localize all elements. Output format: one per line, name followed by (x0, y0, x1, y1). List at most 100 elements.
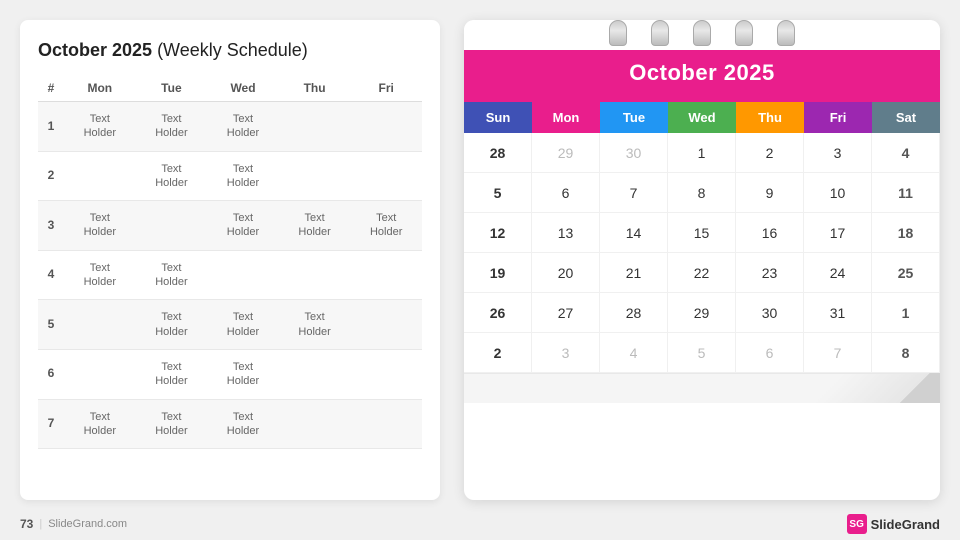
ring-1 (609, 20, 627, 46)
row-num-cell: 5 (38, 300, 64, 350)
cal-cell: 5 (668, 333, 736, 373)
col-header-wed: Wed (207, 75, 279, 102)
table-row: 1TextHolderTextHolderTextHolder (38, 102, 422, 152)
row-num-cell: 7 (38, 399, 64, 449)
day-header-wed: Wed (668, 102, 736, 133)
table-row: 3TextHolderTextHolderTextHolderTextHolde… (38, 201, 422, 251)
col-header-fri: Fri (350, 75, 422, 102)
ring-3 (693, 20, 711, 46)
cal-cell: 3 (804, 133, 872, 173)
cal-cell: 14 (600, 213, 668, 253)
cal-cell: 2 (736, 133, 804, 173)
table-row: 6TextHolderTextHolder (38, 349, 422, 399)
col-header-num: # (38, 75, 64, 102)
footer-page-number: 73 (20, 517, 33, 531)
day-header-sat: Sat (872, 102, 940, 133)
cal-cell: 11 (872, 173, 940, 213)
day-header-sun: Sun (464, 102, 532, 133)
cell-mon: TextHolder (64, 201, 136, 251)
cal-cell: 31 (804, 293, 872, 333)
calendar-month-title: October 2025 (464, 60, 940, 86)
calendar-widget: October 2025 Sun Mon Tue Wed Thu Fri Sat… (464, 20, 940, 500)
cal-cell: 4 (872, 133, 940, 173)
cal-cell: 24 (804, 253, 872, 293)
cell-fri (350, 250, 422, 300)
cal-cell: 20 (532, 253, 600, 293)
cal-cell: 15 (668, 213, 736, 253)
cell-thu: TextHolder (279, 201, 351, 251)
cal-cell: 2 (464, 333, 532, 373)
footer-website: SlideGrand.com (48, 518, 127, 530)
cal-cell: 16 (736, 213, 804, 253)
cell-mon: TextHolder (64, 102, 136, 152)
day-header-mon: Mon (532, 102, 600, 133)
footer-brand: SG SlideGrand (847, 514, 940, 534)
brand-icon: SG (847, 514, 867, 534)
cell-mon (64, 300, 136, 350)
cal-cell: 18 (872, 213, 940, 253)
cell-thu (279, 151, 351, 201)
table-row: 7TextHolderTextHolderTextHolder (38, 399, 422, 449)
cal-cell: 30 (600, 133, 668, 173)
cell-mon: TextHolder (64, 250, 136, 300)
col-header-mon: Mon (64, 75, 136, 102)
cal-cell: 1 (872, 293, 940, 333)
cal-cell: 22 (668, 253, 736, 293)
cell-wed: TextHolder (207, 349, 279, 399)
cell-mon (64, 349, 136, 399)
calendar-bottom (464, 373, 940, 403)
table-row: 2TextHolderTextHolder (38, 151, 422, 201)
calendar-days-header: Sun Mon Tue Wed Thu Fri Sat (464, 102, 940, 133)
schedule-table: # Mon Tue Wed Thu Fri 1TextHolderTextHol… (38, 75, 422, 449)
calendar-grid: 2829301234567891011121314151617181920212… (464, 133, 940, 373)
day-header-fri: Fri (804, 102, 872, 133)
cal-cell: 6 (736, 333, 804, 373)
weekly-schedule-panel: October 2025 (Weekly Schedule) # Mon Tue… (20, 20, 440, 500)
brand-name: SlideGrand (871, 517, 940, 532)
cal-cell: 6 (532, 173, 600, 213)
cal-cell: 28 (464, 133, 532, 173)
cell-fri (350, 151, 422, 201)
cal-cell: 30 (736, 293, 804, 333)
cell-thu (279, 250, 351, 300)
footer-left: 73 | SlideGrand.com (20, 517, 127, 531)
cell-fri (350, 349, 422, 399)
cell-thu (279, 102, 351, 152)
footer: 73 | SlideGrand.com SG SlideGrand (0, 510, 960, 540)
cell-wed (207, 250, 279, 300)
ring-5 (777, 20, 795, 46)
schedule-title-rest: (Weekly Schedule) (152, 40, 308, 60)
cal-cell: 13 (532, 213, 600, 253)
cell-tue: TextHolder (136, 250, 208, 300)
cell-wed: TextHolder (207, 102, 279, 152)
calendar-rings (464, 20, 940, 50)
cell-thu (279, 399, 351, 449)
cell-tue: TextHolder (136, 300, 208, 350)
cell-mon: TextHolder (64, 399, 136, 449)
cell-fri (350, 399, 422, 449)
cell-tue: TextHolder (136, 399, 208, 449)
cell-fri (350, 300, 422, 350)
cal-cell: 21 (600, 253, 668, 293)
cal-cell: 1 (668, 133, 736, 173)
day-header-thu: Thu (736, 102, 804, 133)
calendar-header: October 2025 (464, 44, 940, 102)
cal-cell: 10 (804, 173, 872, 213)
cal-cell: 17 (804, 213, 872, 253)
cell-wed: TextHolder (207, 300, 279, 350)
cal-cell: 9 (736, 173, 804, 213)
row-num-cell: 1 (38, 102, 64, 152)
table-header-row: # Mon Tue Wed Thu Fri (38, 75, 422, 102)
cal-cell: 29 (532, 133, 600, 173)
cal-cell: 5 (464, 173, 532, 213)
cal-cell: 19 (464, 253, 532, 293)
cal-cell: 3 (532, 333, 600, 373)
ring-2 (651, 20, 669, 46)
table-row: 4TextHolderTextHolder (38, 250, 422, 300)
ring-4 (735, 20, 753, 46)
row-num-cell: 3 (38, 201, 64, 251)
cell-fri: TextHolder (350, 201, 422, 251)
cal-cell: 8 (872, 333, 940, 373)
col-header-thu: Thu (279, 75, 351, 102)
table-row: 5TextHolderTextHolderTextHolder (38, 300, 422, 350)
